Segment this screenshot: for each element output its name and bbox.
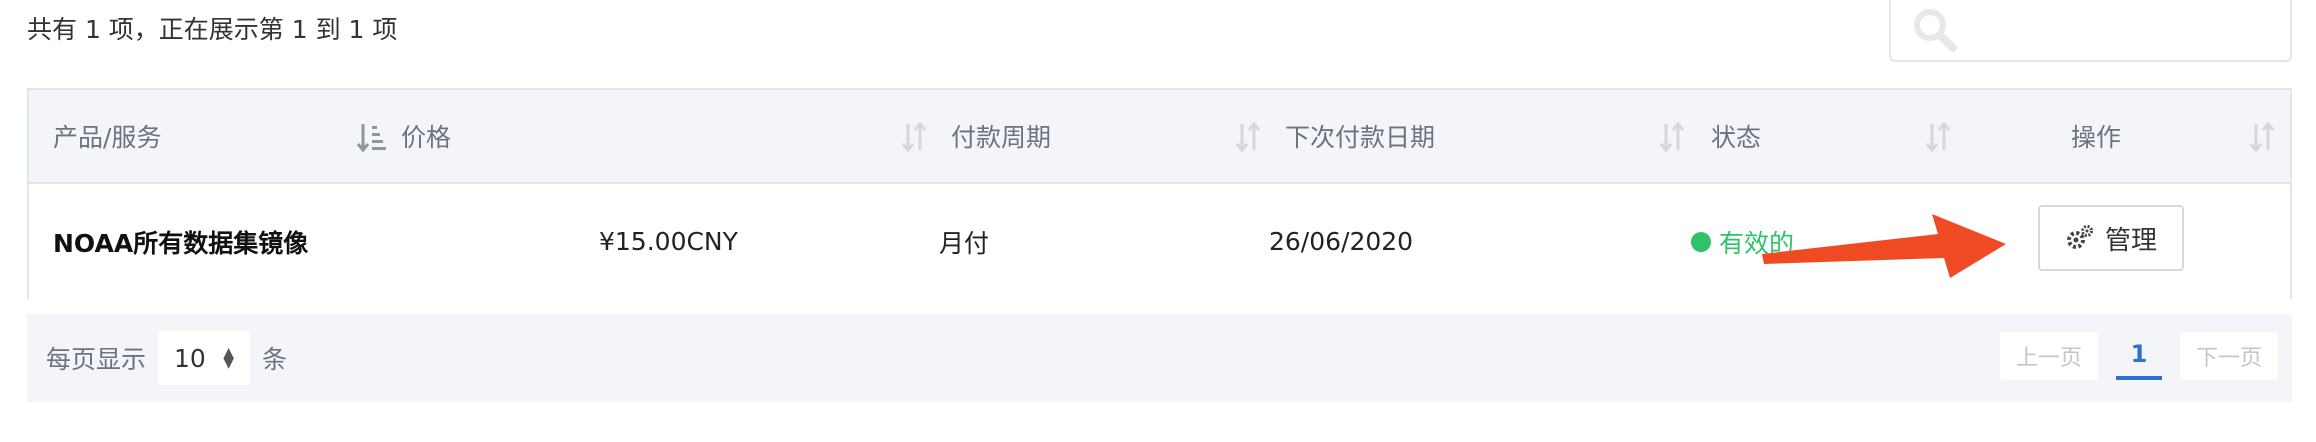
summary-text: 共有 1 项，正在展示第 1 到 1 项 [27, 15, 398, 44]
search-icon [1914, 9, 1957, 52]
arrow-annotation [1762, 214, 2006, 278]
cell-cycle: 月付 [939, 228, 990, 258]
gear-icon [2066, 225, 2093, 249]
table-header: 产品/服务 价格 付款周期 下次付款日期 状态 操作 [29, 90, 2290, 184]
select-arrows-icon: ▲ ▼ [223, 345, 235, 371]
page-size-select[interactable]: 10 ▲ ▼ [158, 331, 251, 385]
table-footer: 每页显示 10 ▲ ▼ 条 上一页 1 下一页 [27, 314, 2292, 402]
sort-icon[interactable] [1233, 120, 1263, 154]
search-input[interactable] [1889, 0, 2292, 62]
manage-button-label: 管理 [2104, 225, 2157, 256]
header-cycle[interactable]: 付款周期 [951, 90, 1051, 182]
prev-page-button[interactable]: 上一页 [1999, 332, 2098, 380]
status-dot-icon [1691, 231, 1711, 252]
next-page-button[interactable]: 下一页 [2179, 332, 2278, 380]
header-status[interactable]: 状态 [1711, 90, 1761, 182]
cell-price: ¥15.00CNY [599, 227, 738, 256]
pagination: 上一页 1 下一页 [1999, 332, 2278, 380]
sort-icon[interactable] [2247, 120, 2277, 154]
header-product[interactable]: 产品/服务 [53, 90, 161, 182]
cell-product: NOAA所有数据集镜像 [53, 228, 309, 258]
current-page[interactable]: 1 [2115, 332, 2162, 380]
page-size-prefix: 每页显示 [46, 345, 147, 374]
cell-next-date: 26/06/2020 [1269, 227, 1414, 256]
page-size-suffix: 条 [262, 345, 288, 374]
header-actions: 操作 [2071, 123, 2122, 152]
header-price[interactable]: 价格 [401, 90, 451, 182]
sort-icon[interactable] [357, 120, 387, 154]
page-size-value: 10 [174, 343, 206, 373]
page-size-control: 每页显示 10 ▲ ▼ 条 [46, 314, 287, 402]
sort-icon[interactable] [1657, 120, 1687, 154]
manage-button[interactable]: 管理 [2038, 205, 2184, 271]
header-next-date[interactable]: 下次付款日期 [1285, 90, 1435, 182]
sort-icon[interactable] [899, 120, 929, 154]
sort-icon[interactable] [1923, 120, 1953, 154]
